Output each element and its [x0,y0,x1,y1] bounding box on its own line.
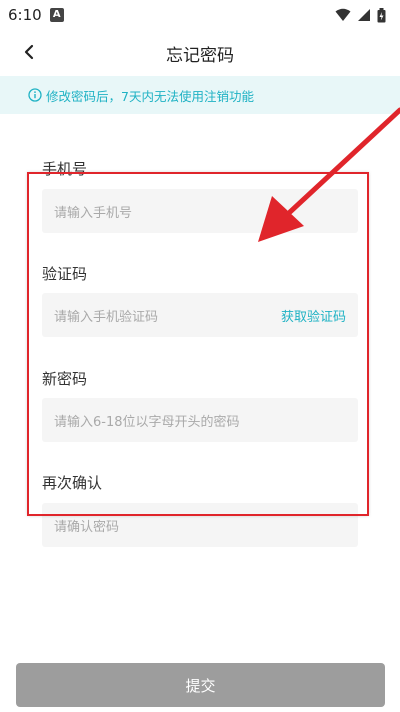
new-password-placeholder: 请输入6-18位以字母开头的密码 [54,414,240,430]
code-input[interactable]: 请输入手机验证码 获取验证码 [42,293,358,337]
notice-banner: 修改密码后，7天内无法使用注销功能 [0,76,400,114]
phone-input[interactable]: 请输入手机号 [42,189,358,233]
app-header: 忘记密码 [0,30,400,76]
battery-icon [377,7,386,22]
status-right [335,7,386,23]
status-time: 6:10 [8,6,42,24]
status-left: 6:10 A [8,6,64,24]
code-placeholder: 请输入手机验证码 [54,309,159,325]
new-password-input[interactable]: 请输入6-18位以字母开头的密码 [42,398,358,442]
signal-icon [358,9,370,21]
code-label: 验证码 [42,265,88,283]
wifi-icon [335,8,351,21]
confirm-password-placeholder: 请确认密码 [54,519,120,535]
phone-label: 手机号 [42,160,88,178]
get-code-button[interactable]: 获取验证码 [281,306,346,325]
confirm-password-label: 再次确认 [42,474,103,492]
page-title: 忘记密码 [166,46,234,66]
notification-icon: A [49,8,64,22]
submit-button[interactable]: 提交 [16,663,385,707]
info-icon [28,88,42,102]
notice-text: 修改密码后，7天内无法使用注销功能 [46,88,254,104]
phone-placeholder: 请输入手机号 [54,205,133,221]
confirm-password-input[interactable]: 请确认密码 [42,503,358,547]
status-bar: 6:10 A [0,0,400,30]
new-password-label: 新密码 [42,370,88,388]
